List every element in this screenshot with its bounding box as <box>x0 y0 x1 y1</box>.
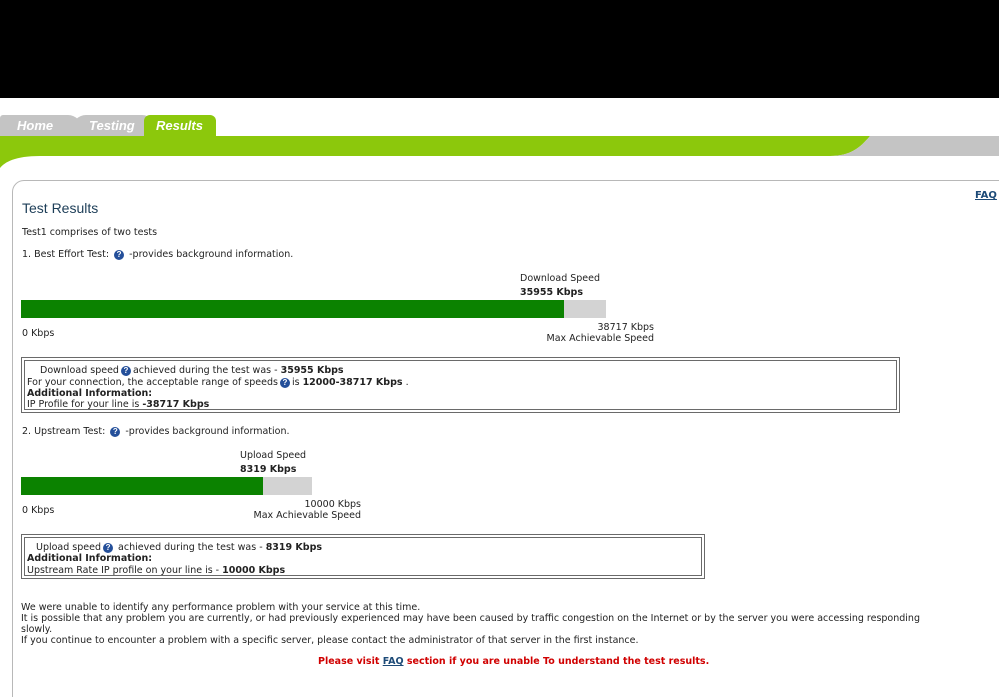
question-circle-icon[interactable]: ? <box>279 378 290 388</box>
best-effort-heading: 1. Best Effort Test: ? -provides backgro… <box>22 249 294 260</box>
download-info-line2: For your connection, the acceptable rang… <box>27 377 409 388</box>
upload-max-value: 10000 Kbps <box>304 499 361 510</box>
footer-line1: We were unable to identify any performan… <box>21 602 421 613</box>
download-max-value: 38717 Kbps <box>597 322 654 333</box>
upload-min-label: 0 Kbps <box>22 505 55 516</box>
faq-notice: Please visit FAQ section if you are unab… <box>318 656 710 667</box>
upload-speed-value: 8319 Kbps <box>240 464 297 475</box>
nav-tabs: Home Testing Results <box>0 115 999 136</box>
download-info-box: Download speed? achieved during the test … <box>21 357 900 413</box>
footer-line4: If you continue to encounter a problem w… <box>21 635 639 646</box>
tab-results[interactable]: Results <box>144 115 216 136</box>
upload-info-line1: Upload speed? achieved during the test w… <box>36 542 323 553</box>
top-black-banner <box>0 0 999 98</box>
question-circle-icon[interactable]: ? <box>120 366 131 376</box>
upload-info-line3: Upstream Rate IP profile on your line is… <box>27 565 286 576</box>
question-circle-icon[interactable]: ? <box>114 250 125 260</box>
download-min-label: 0 Kbps <box>22 328 55 339</box>
upload-info-line2: Additional Information: <box>27 553 153 564</box>
upload-progress-bar <box>21 477 312 495</box>
tab-home[interactable]: Home <box>0 115 82 136</box>
question-circle-icon[interactable]: ? <box>103 543 114 553</box>
footer-line3: slowly. <box>21 624 53 635</box>
header-swoosh <box>0 136 999 168</box>
faq-notice-link[interactable]: FAQ <box>383 656 404 667</box>
page-title: Test Results <box>22 200 99 216</box>
upload-progress-fill <box>21 477 264 495</box>
download-speed-label: Download Speed <box>520 273 601 284</box>
upload-speed-label: Upload Speed <box>240 450 307 461</box>
download-speed-value: 35955 Kbps <box>520 287 583 298</box>
download-progress-bar <box>21 300 606 318</box>
intro-text: Test1 comprises of two tests <box>22 227 158 238</box>
upload-info-box: Upload speed? achieved during the test w… <box>21 534 705 579</box>
download-info-line3: Additional Information: <box>27 388 153 399</box>
download-info-line4: IP Profile for your line is -38717 Kbps <box>27 399 210 410</box>
upload-max-label: Max Achievable Speed <box>253 510 361 521</box>
footer-line2: It is possible that any problem you are … <box>21 613 920 624</box>
download-progress-fill <box>21 300 565 318</box>
download-info-line1: Download speed? achieved during the test … <box>40 365 344 376</box>
download-max-label: Max Achievable Speed <box>546 333 654 344</box>
upstream-heading: 2. Upstream Test: ? -provides background… <box>22 426 290 437</box>
faq-link[interactable]: FAQ <box>975 190 997 201</box>
question-circle-icon[interactable]: ? <box>110 427 121 437</box>
